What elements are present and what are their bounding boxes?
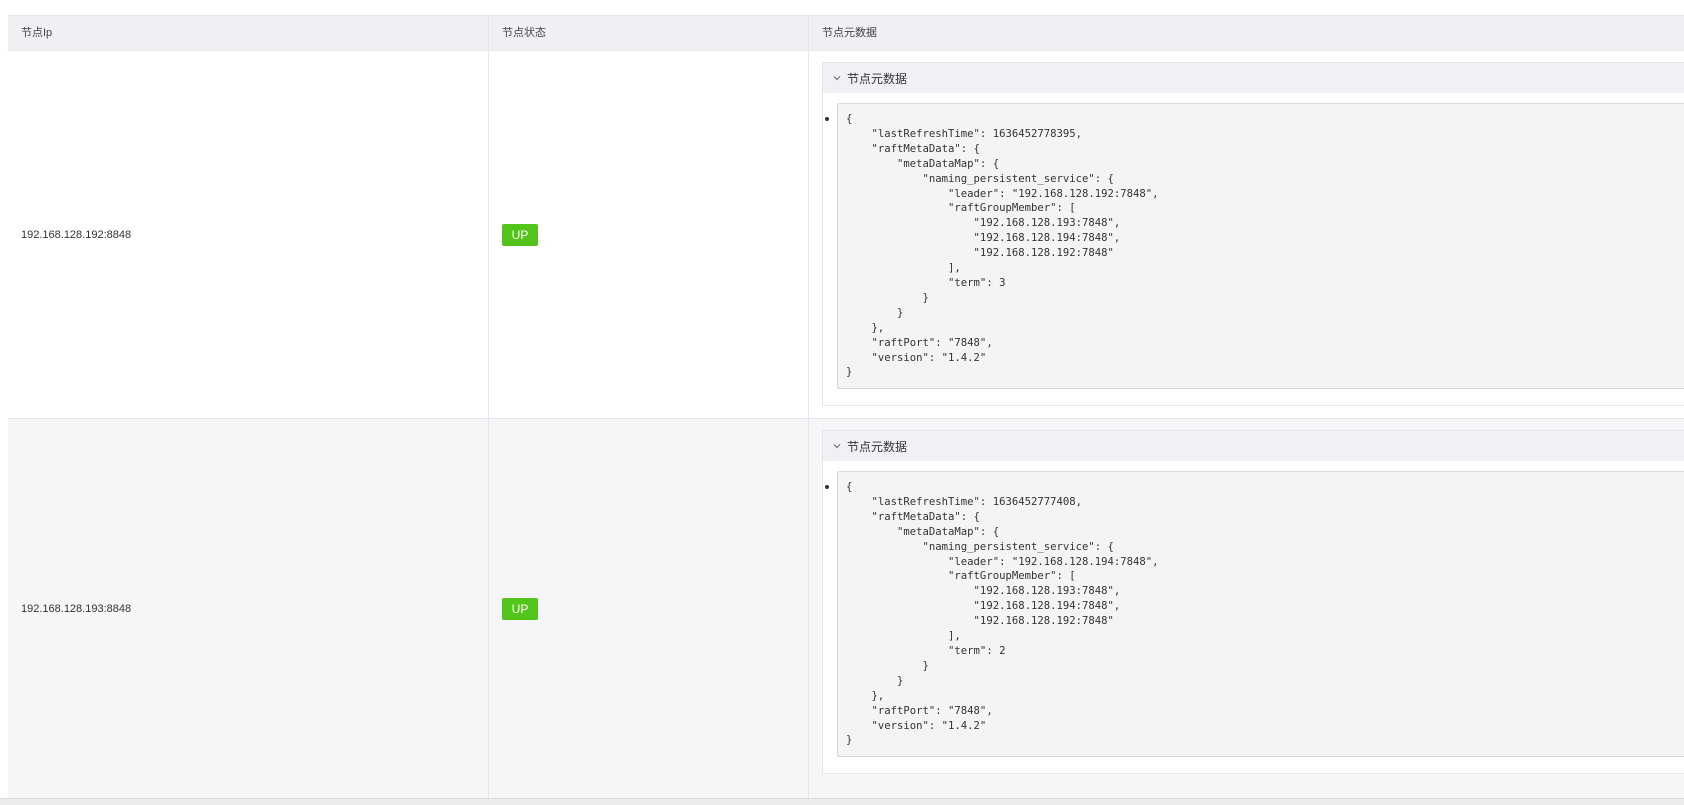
metadata-collapse-body: { "lastRefreshTime": 1636452778395, "raf… bbox=[823, 93, 1684, 405]
node-status-cell: UP bbox=[489, 51, 809, 418]
metadata-json-block: { "lastRefreshTime": 1636452777408, "raf… bbox=[837, 471, 1684, 758]
metadata-collapse-title: 节点元数据 bbox=[847, 71, 908, 86]
node-metadata-cell: 节点元数据 { "lastRefreshTime": 1636452777408… bbox=[809, 419, 1684, 798]
metadata-collapse-header[interactable]: 节点元数据 bbox=[823, 431, 1684, 461]
metadata-json-block: { "lastRefreshTime": 1636452778395, "raf… bbox=[837, 103, 1684, 390]
node-metadata-cell: 节点元数据 { "lastRefreshTime": 1636452778395… bbox=[809, 51, 1684, 418]
chevron-down-icon bbox=[833, 76, 841, 81]
column-header-node-status[interactable]: 节点状态 bbox=[489, 16, 809, 50]
node-ip-cell: 192.168.128.193:8848 bbox=[8, 419, 489, 798]
node-ip: 192.168.128.192:8848 bbox=[21, 228, 132, 241]
metadata-collapse-header[interactable]: 节点元数据 bbox=[823, 63, 1684, 93]
node-status-cell: UP bbox=[489, 419, 809, 798]
table-row: 192.168.128.193:8848 UP 节点元数据 { "lastRef… bbox=[8, 419, 1684, 799]
list-bullet bbox=[825, 117, 829, 121]
column-header-node-metadata[interactable]: 节点元数据 bbox=[809, 16, 1684, 50]
node-ip-cell: 192.168.128.192:8848 bbox=[8, 51, 489, 418]
status-badge: UP bbox=[502, 597, 538, 620]
table-row: 192.168.128.192:8848 UP 节点元数据 { "lastRef… bbox=[8, 51, 1684, 419]
status-badge: UP bbox=[502, 223, 538, 246]
column-header-node-ip[interactable]: 节点Ip bbox=[8, 16, 489, 50]
chevron-down-icon bbox=[833, 444, 841, 449]
metadata-collapse-body: { "lastRefreshTime": 1636452777408, "raf… bbox=[823, 461, 1684, 773]
metadata-collapse-title: 节点元数据 bbox=[847, 439, 908, 454]
table-header: 节点Ip 节点状态 节点元数据 bbox=[8, 16, 1684, 51]
list-bullet bbox=[825, 485, 829, 489]
node-ip: 192.168.128.193:8848 bbox=[21, 602, 132, 615]
metadata-collapse: 节点元数据 { "lastRefreshTime": 1636452778395… bbox=[822, 62, 1684, 407]
horizontal-scrollbar[interactable] bbox=[0, 798, 1684, 805]
cluster-nodes-table: 节点Ip 节点状态 节点元数据 192.168.128.192:8848 UP … bbox=[8, 15, 1684, 799]
metadata-collapse: 节点元数据 { "lastRefreshTime": 1636452777408… bbox=[822, 430, 1684, 775]
